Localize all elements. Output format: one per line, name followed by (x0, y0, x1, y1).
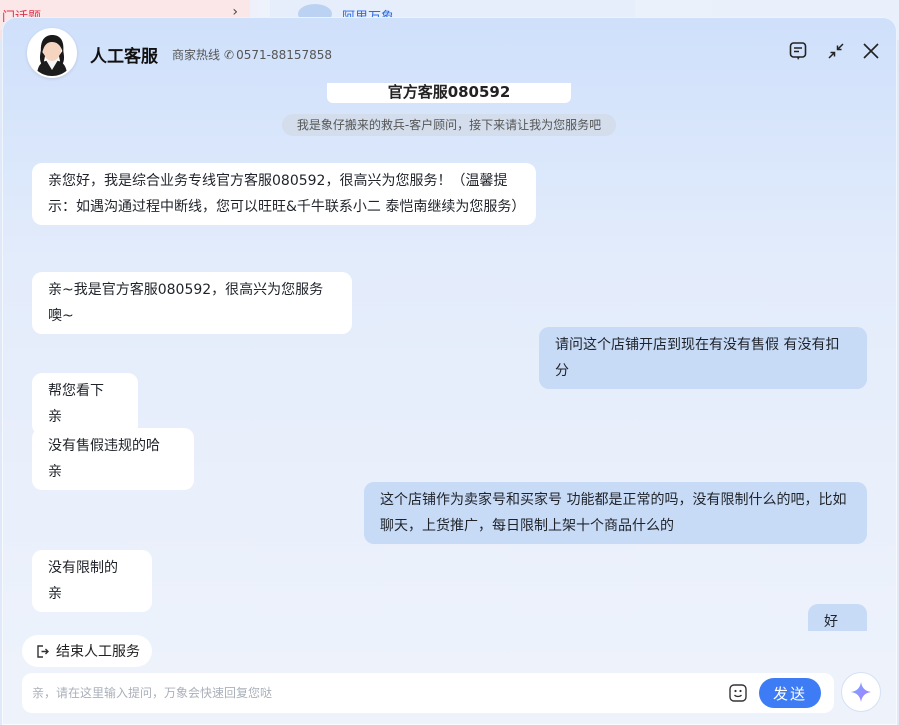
message-bubble-user: 这个店铺作为卖家号和买家号 功能都是正常的吗，没有限制什么的吧，比如聊天，上货推… (364, 482, 867, 544)
end-service-label: 结束人工服务 (56, 644, 140, 660)
chat-header: 人工客服 商家热线 ✆ 0571-88157858 (2, 17, 897, 87)
chat-history-button[interactable] (786, 39, 810, 63)
message-input[interactable] (32, 686, 712, 700)
hotline-number: 0571-88157858 (236, 47, 333, 62)
sparkle-icon (851, 682, 871, 702)
close-icon (863, 43, 879, 59)
system-note: 我是象仔搬来的救兵-客户顾问，接下来请让我为您服务吧 (282, 114, 616, 136)
message-bubble-agent: 没有限制的 亲 (32, 550, 152, 612)
message-bubble-agent: 亲~我是官方客服080592，很高兴为您服务噢~ (32, 272, 352, 334)
message-bubble-agent: 帮您看下 亲 (32, 373, 138, 435)
message-bubble-user: 好的 (808, 604, 867, 631)
chat-history-icon (789, 42, 807, 60)
hotline-label: 商家热线 (172, 48, 221, 62)
emoji-icon (729, 684, 747, 702)
emoji-button[interactable] (728, 683, 748, 703)
message-input-bar: 发送 (22, 673, 834, 713)
end-service-button[interactable]: 结束人工服务 (22, 635, 152, 667)
chat-messages[interactable]: 官方客服080592 我是象仔搬来的救兵-客户顾问，接下来请让我为您服务吧 亲您… (2, 83, 897, 631)
close-button[interactable] (859, 39, 883, 63)
agent-id-card: 官方客服080592 (327, 83, 571, 103)
message-bubble-agent: 没有售假违规的哈 亲 (32, 428, 194, 490)
message-bubble-agent: 亲您好，我是综合业务专线官方客服080592，很高兴为您服务！（温馨提示：如遇沟… (32, 163, 536, 225)
send-button[interactable]: 发送 (759, 678, 821, 708)
agent-name: 人工客服 (90, 47, 158, 67)
phone-icon: ✆ (224, 47, 235, 62)
agent-avatar (27, 28, 77, 78)
chat-window: 人工客服 商家热线 ✆ 0571-88157858 官方客服080592 我是象… (2, 17, 897, 725)
ai-assistant-button[interactable] (841, 672, 881, 712)
exit-icon (35, 644, 50, 659)
shrink-button[interactable] (824, 39, 848, 63)
message-bubble-user: 请问这个店铺开店到现在有没有售假 有没有扣分 (539, 327, 867, 389)
hotline: 商家热线 ✆ 0571-88157858 (172, 46, 332, 63)
shrink-icon (828, 43, 844, 59)
